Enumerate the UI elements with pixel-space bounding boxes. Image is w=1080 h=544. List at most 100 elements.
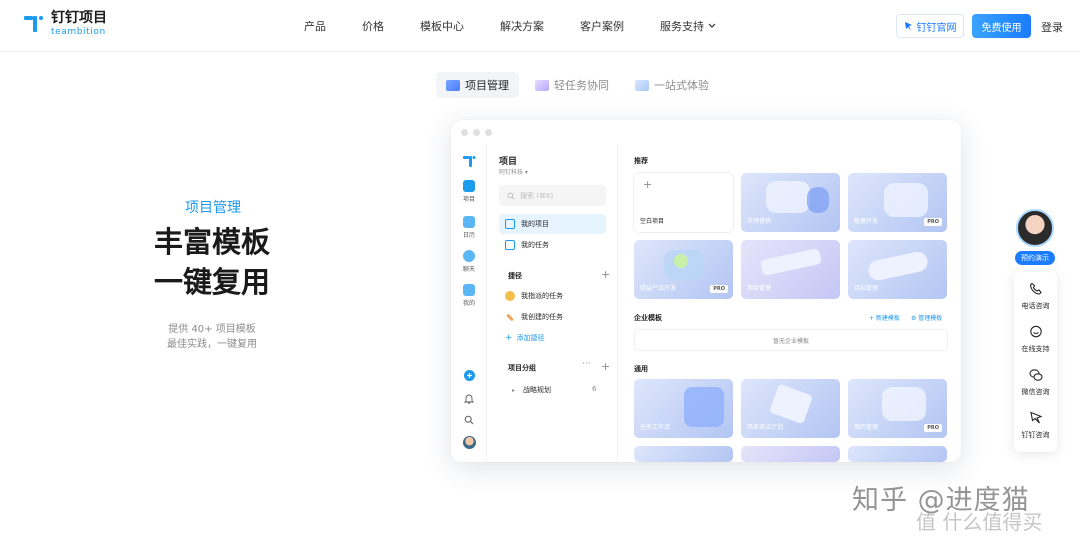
main-menu: 产品 价格 模板中心 解决方案 客户案例 服务支持 xyxy=(304,18,716,34)
nav-item-templates[interactable]: 模板中心 xyxy=(420,18,464,34)
panel-search-input[interactable]: 搜索 (⌘K) xyxy=(499,185,606,206)
rail-item-calendar[interactable]: 日历 xyxy=(451,216,487,239)
group-row[interactable]: ▸ 战略规划 xyxy=(512,385,551,395)
card-illustration xyxy=(759,247,823,277)
template-card-lean[interactable]: 精益产品开发 PRO xyxy=(634,240,733,299)
template-card-blank[interactable]: + 空白项目 xyxy=(634,173,733,232)
light-task-icon xyxy=(535,79,549,91)
card-label: 目标管理 xyxy=(854,285,879,292)
nav-item-cases[interactable]: 客户案例 xyxy=(580,18,624,34)
card-illustration xyxy=(882,387,926,421)
mine-icon xyxy=(463,284,475,296)
rail-item-chat[interactable]: 聊天 xyxy=(451,250,487,273)
consultant-avatar[interactable] xyxy=(1016,209,1054,247)
card-illustration xyxy=(884,183,928,217)
add-group-icon[interactable]: + xyxy=(601,360,610,373)
template-gallery: 推荐 + 空白项目 市场营销 敏捷开发 PRO 精益产品开发 PRO 项目管理 … xyxy=(619,144,961,462)
rail-item-mine[interactable]: 我的 xyxy=(451,284,487,307)
pro-badge: PRO xyxy=(710,285,728,293)
created-by-me-item[interactable]: 我创建的任务 xyxy=(499,307,606,327)
template-card-resume[interactable]: 简历管理 PRO xyxy=(848,379,947,438)
support-label: 电话咨询 xyxy=(1021,302,1050,310)
panel-title: 项目 xyxy=(499,157,518,167)
item-label: 我创建的任务 xyxy=(521,313,563,321)
brand-logo[interactable]: 钉钉项目 teambition xyxy=(22,11,107,37)
tab-label: 一站式体验 xyxy=(654,79,709,92)
template-card-partial[interactable] xyxy=(848,446,947,462)
add-button[interactable] xyxy=(451,370,487,384)
dingtalk-consult-button[interactable]: 钉钉咨询 xyxy=(1014,411,1057,440)
book-demo-button[interactable]: 预约演示 xyxy=(1015,251,1055,265)
notification-button[interactable] xyxy=(451,393,487,407)
login-link[interactable]: 登录 xyxy=(1041,19,1063,35)
card-illustration xyxy=(674,254,688,268)
top-navigation: 钉钉项目 teambition 产品 价格 模板中心 解决方案 客户案例 服务支… xyxy=(0,0,1080,52)
one-stop-icon xyxy=(635,79,649,91)
manage-template-link[interactable]: ⚙ 管理模板 xyxy=(911,313,942,322)
project-management-icon xyxy=(446,79,460,91)
caret-right-icon: ▸ xyxy=(512,387,516,394)
org-switcher[interactable]: 阿钉科技 ▾ xyxy=(499,167,528,176)
window-dot xyxy=(485,128,492,136)
assigned-by-me-item[interactable]: 我指派的任务 xyxy=(499,286,606,306)
hero-tag: 项目管理 xyxy=(185,200,241,216)
more-icon[interactable]: ··· xyxy=(582,359,591,369)
new-template-link[interactable]: + 新建模板 xyxy=(869,313,900,322)
recommended-title: 推荐 xyxy=(634,157,648,165)
checkbox-icon xyxy=(505,240,515,250)
chat-bubble-icon xyxy=(1029,325,1042,338)
card-label: 简单测试计划 xyxy=(747,424,784,431)
template-card-workflow[interactable]: 任务工作流 xyxy=(634,379,733,438)
nav-item-support[interactable]: 服务支持 xyxy=(660,18,716,34)
template-card-agile[interactable]: 敏捷开发 PRO xyxy=(848,173,947,232)
pro-badge: PRO xyxy=(924,218,942,226)
template-card-goals[interactable]: 目标管理 xyxy=(848,240,947,299)
add-shortcut-link[interactable]: + 添加捷径 xyxy=(505,333,545,343)
tab-light-task[interactable]: 轻任务协同 xyxy=(525,72,619,98)
general-title: 通用 xyxy=(634,365,648,373)
tab-project-management[interactable]: 项目管理 xyxy=(436,72,519,98)
layers-icon xyxy=(505,219,515,229)
card-label: 简历管理 xyxy=(854,424,879,431)
search-icon xyxy=(507,191,515,200)
rail-label: 日历 xyxy=(462,232,475,239)
my-tasks-item[interactable]: 我的任务 xyxy=(499,235,606,255)
card-illustration xyxy=(684,387,724,427)
hero-sub-line1: 提供 40+ 项目模板 xyxy=(168,324,256,335)
template-card-partial[interactable] xyxy=(634,446,733,462)
add-shortcut-icon[interactable]: + xyxy=(601,268,610,281)
my-projects-item[interactable]: 我的项目 xyxy=(499,214,606,234)
template-card-marketing[interactable]: 市场营销 xyxy=(741,173,840,232)
rail-label: 聊天 xyxy=(462,266,475,273)
nav-item-solutions[interactable]: 解决方案 xyxy=(500,18,544,34)
template-card-partial[interactable] xyxy=(741,446,840,462)
phone-consult-button[interactable]: 电话咨询 xyxy=(1014,282,1057,311)
nav-item-product[interactable]: 产品 xyxy=(304,18,326,34)
logo-icon xyxy=(24,16,43,32)
template-card-project[interactable]: 项目管理 xyxy=(741,240,840,299)
enterprise-title: 企业模板 xyxy=(634,314,662,322)
official-site-button[interactable]: 钉钉官网 xyxy=(896,14,964,38)
free-trial-button[interactable]: 免费使用 xyxy=(972,14,1031,38)
card-label: 任务工作流 xyxy=(640,424,671,431)
window-titlebar xyxy=(451,120,961,144)
hero-title-line2: 一键复用 xyxy=(153,265,270,299)
user-avatar[interactable] xyxy=(451,436,487,449)
brand-name: 钉钉项目 xyxy=(51,10,107,26)
item-label: 我指派的任务 xyxy=(521,292,563,300)
rail-search-button[interactable] xyxy=(451,415,487,428)
tab-one-stop[interactable]: 一站式体验 xyxy=(625,72,719,98)
nav-item-pricing[interactable]: 价格 xyxy=(362,18,384,34)
rail-item-project[interactable]: 项目 xyxy=(451,180,487,203)
card-label: 市场营销 xyxy=(747,218,772,225)
wechat-consult-button[interactable]: 微信咨询 xyxy=(1014,368,1057,397)
official-site-label: 钉钉官网 xyxy=(916,22,957,34)
rail-label: 我的 xyxy=(462,300,475,307)
plus-icon: + xyxy=(505,333,513,343)
search-icon xyxy=(464,415,474,425)
bell-icon xyxy=(463,394,475,404)
tab-label: 项目管理 xyxy=(465,79,509,92)
template-card-test-plan[interactable]: 简单测试计划 xyxy=(741,379,840,438)
online-support-button[interactable]: 在线支持 xyxy=(1014,325,1057,354)
add-shortcut-label: 添加捷径 xyxy=(516,334,545,342)
